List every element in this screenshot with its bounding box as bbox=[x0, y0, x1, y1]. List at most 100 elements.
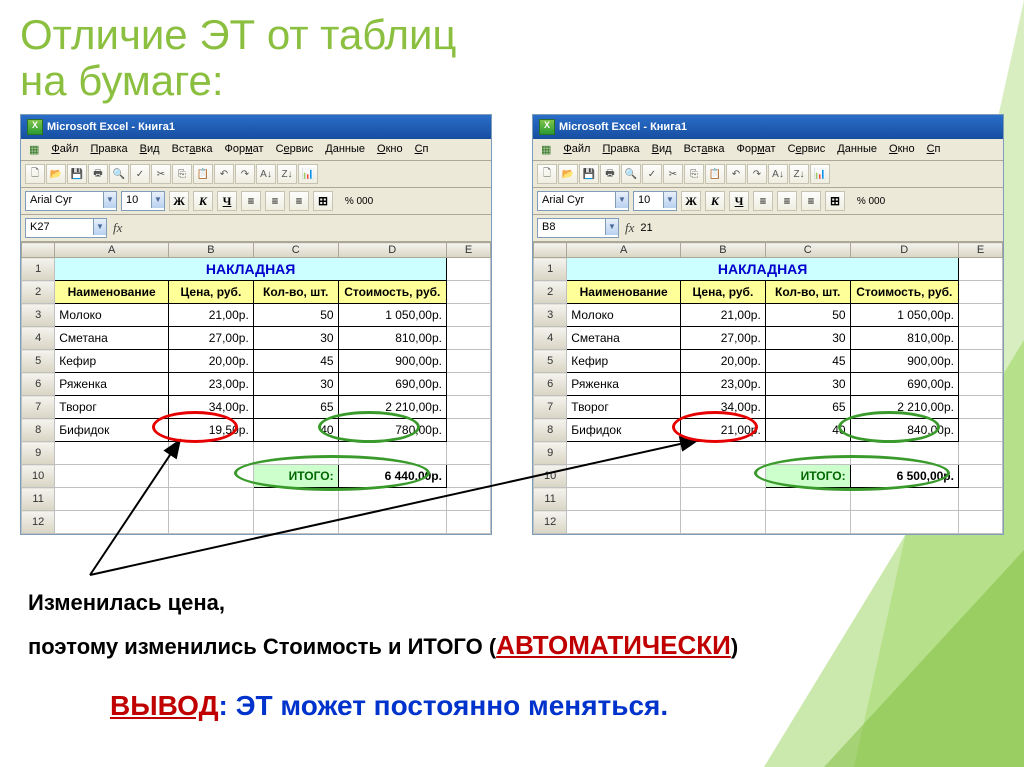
table-cell: 2 210,00р. bbox=[338, 396, 446, 419]
fx-icon[interactable]: fx bbox=[625, 220, 634, 236]
redo-icon[interactable]: ↷ bbox=[747, 164, 767, 184]
table-cell: 810,00р. bbox=[850, 327, 958, 350]
fx-icon[interactable]: fx bbox=[113, 220, 122, 236]
menu-format[interactable]: Формат bbox=[732, 141, 779, 158]
table-cell: 30 bbox=[765, 373, 850, 396]
copy-icon[interactable]: ⎘ bbox=[172, 164, 192, 184]
cut-icon[interactable]: ✂ bbox=[151, 164, 171, 184]
spell-icon[interactable]: ✓ bbox=[642, 164, 662, 184]
titlebar: X Microsoft Excel - Книга1 bbox=[533, 115, 1003, 139]
paste-icon[interactable]: 📋 bbox=[705, 164, 725, 184]
menu-file-icon[interactable]: ▦ bbox=[25, 141, 43, 158]
open-icon[interactable]: 📂 bbox=[558, 164, 578, 184]
spell-icon[interactable]: ✓ bbox=[130, 164, 150, 184]
spreadsheet-grid[interactable]: ABCDE 1НАКЛАДНАЯ 2 Наименование Цена, ру… bbox=[21, 242, 491, 534]
undo-icon[interactable]: ↶ bbox=[726, 164, 746, 184]
redo-icon[interactable]: ↷ bbox=[235, 164, 255, 184]
spreadsheet-grid[interactable]: ABCDE 1НАКЛАДНАЯ 2 Наименование Цена, ру… bbox=[533, 242, 1003, 534]
align-right-icon[interactable]: ≡ bbox=[801, 191, 821, 211]
save-icon[interactable]: 💾 bbox=[579, 164, 599, 184]
print-icon[interactable]: 🖶 bbox=[88, 164, 108, 184]
menu-data[interactable]: Данные bbox=[833, 141, 881, 158]
table-cell: 34,00р. bbox=[169, 396, 254, 419]
table-cell: 900,00р. bbox=[338, 350, 446, 373]
percent-label: % 000 bbox=[337, 196, 381, 207]
menu-file[interactable]: Файл bbox=[47, 141, 82, 158]
underline-button[interactable]: Ч bbox=[729, 191, 749, 211]
menu-insert[interactable]: Вставка bbox=[680, 141, 729, 158]
chart-icon[interactable]: 📊 bbox=[810, 164, 830, 184]
menu-format[interactable]: Формат bbox=[220, 141, 267, 158]
align-center-icon[interactable]: ≡ bbox=[265, 191, 285, 211]
print-icon[interactable]: 🖶 bbox=[600, 164, 620, 184]
col-header: Наименование bbox=[567, 281, 681, 304]
preview-icon[interactable]: 🔍 bbox=[621, 164, 641, 184]
col-header: Стоимость, руб. bbox=[338, 281, 446, 304]
menu-window[interactable]: Окно bbox=[885, 141, 919, 158]
name-box[interactable]: B8 ▼ bbox=[537, 218, 619, 238]
sort-desc-icon[interactable]: Z↓ bbox=[789, 164, 809, 184]
italic-button[interactable]: К bbox=[193, 191, 213, 211]
title-text: Microsoft Excel - Книга1 bbox=[559, 121, 687, 133]
new-icon[interactable]: 🗋 bbox=[25, 164, 45, 184]
col-header: Стоимость, руб. bbox=[850, 281, 958, 304]
menu-edit[interactable]: Правка bbox=[86, 141, 131, 158]
menu-data[interactable]: Данные bbox=[321, 141, 369, 158]
menu-view[interactable]: Вид bbox=[136, 141, 164, 158]
menu-help[interactable]: Сп bbox=[411, 141, 433, 158]
menu-edit[interactable]: Правка bbox=[598, 141, 643, 158]
underline-button[interactable]: Ч bbox=[217, 191, 237, 211]
menu-file-icon[interactable]: ▦ bbox=[537, 141, 555, 158]
table-cell: 50 bbox=[765, 304, 850, 327]
sort-desc-icon[interactable]: Z↓ bbox=[277, 164, 297, 184]
menu-insert[interactable]: Вставка bbox=[168, 141, 217, 158]
percent-label: % 000 bbox=[849, 196, 893, 207]
align-left-icon[interactable]: ≡ bbox=[753, 191, 773, 211]
cut-icon[interactable]: ✂ bbox=[663, 164, 683, 184]
table-cell: 40 bbox=[765, 419, 850, 442]
table-cell: 27,00р. bbox=[681, 327, 766, 350]
preview-icon[interactable]: 🔍 bbox=[109, 164, 129, 184]
undo-icon[interactable]: ↶ bbox=[214, 164, 234, 184]
merge-icon[interactable]: ⊞ bbox=[825, 191, 845, 211]
align-center-icon[interactable]: ≡ bbox=[777, 191, 797, 211]
merge-icon[interactable]: ⊞ bbox=[313, 191, 333, 211]
sort-asc-icon[interactable]: A↓ bbox=[256, 164, 276, 184]
font-name-combo[interactable]: Arial Cyr ▼ bbox=[537, 191, 629, 211]
table-cell: 21,00р. bbox=[169, 304, 254, 327]
name-box[interactable]: K27 ▼ bbox=[25, 218, 107, 238]
font-size-combo[interactable]: 10 ▼ bbox=[633, 191, 677, 211]
open-icon[interactable]: 📂 bbox=[46, 164, 66, 184]
table-cell: Ряженка bbox=[567, 373, 681, 396]
table-cell: 1 050,00р. bbox=[850, 304, 958, 327]
menu-tools[interactable]: Сервис bbox=[784, 141, 830, 158]
menu-help[interactable]: Сп bbox=[923, 141, 945, 158]
font-name-combo[interactable]: Arial Cyr ▼ bbox=[25, 191, 117, 211]
total-label: ИТОГО: bbox=[765, 465, 850, 488]
menu-tools[interactable]: Сервис bbox=[272, 141, 318, 158]
table-cell: 30 bbox=[765, 327, 850, 350]
menu-file[interactable]: Файл bbox=[559, 141, 594, 158]
new-icon[interactable]: 🗋 bbox=[537, 164, 557, 184]
align-left-icon[interactable]: ≡ bbox=[241, 191, 261, 211]
menu-window[interactable]: Окно bbox=[373, 141, 407, 158]
bold-button[interactable]: Ж bbox=[681, 191, 701, 211]
align-right-icon[interactable]: ≡ bbox=[289, 191, 309, 211]
table-cell: 34,00р. bbox=[681, 396, 766, 419]
col-header: Наименование bbox=[55, 281, 169, 304]
titlebar: X Microsoft Excel - Книга1 bbox=[21, 115, 491, 139]
save-icon[interactable]: 💾 bbox=[67, 164, 87, 184]
chart-icon[interactable]: 📊 bbox=[298, 164, 318, 184]
col-header: Кол-во, шт. bbox=[253, 281, 338, 304]
bold-button[interactable]: Ж bbox=[169, 191, 189, 211]
font-size-combo[interactable]: 10 ▼ bbox=[121, 191, 165, 211]
conclusion-text: ЭТ может постоянно меняться. bbox=[236, 690, 669, 721]
conclusion: ВЫВОД: ЭТ может постоянно меняться. bbox=[110, 690, 668, 722]
copy-icon[interactable]: ⎘ bbox=[684, 164, 704, 184]
paste-icon[interactable]: 📋 bbox=[193, 164, 213, 184]
menu-view[interactable]: Вид bbox=[648, 141, 676, 158]
italic-button[interactable]: К bbox=[705, 191, 725, 211]
table-cell: 21,00р. bbox=[681, 304, 766, 327]
table-cell: Сметана bbox=[55, 327, 169, 350]
sort-asc-icon[interactable]: A↓ bbox=[768, 164, 788, 184]
